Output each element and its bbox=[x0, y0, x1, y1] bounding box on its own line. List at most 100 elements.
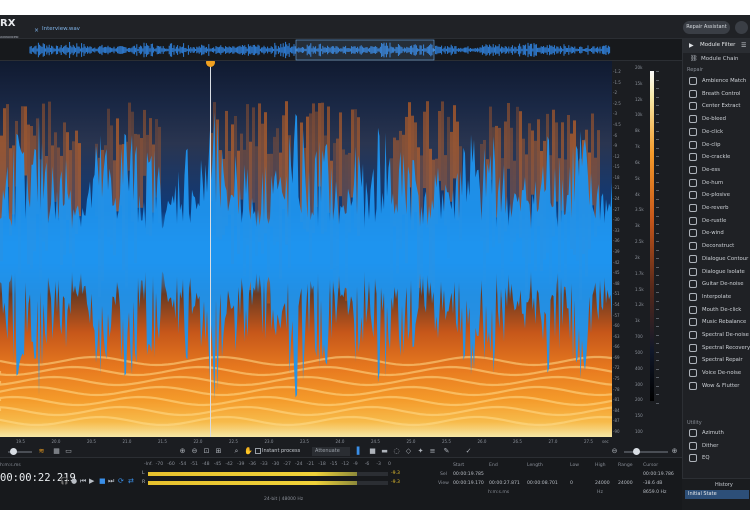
module-music-rebalance[interactable]: Music Rebalance bbox=[683, 316, 750, 329]
tab-interview-wav[interactable]: Interview.wav bbox=[36, 22, 86, 36]
freq-unit-label[interactable]: Hz bbox=[597, 490, 603, 495]
playhead-cursor[interactable] bbox=[210, 61, 211, 437]
module-deconstruct[interactable]: Deconstruct bbox=[683, 240, 750, 253]
time-tick-label: 21.5 bbox=[158, 439, 167, 444]
module-center-extract[interactable]: Center Extract bbox=[683, 100, 750, 113]
magnify-icon[interactable]: ⌕ bbox=[232, 447, 241, 456]
waveform-overview[interactable] bbox=[0, 39, 682, 61]
module-de-hum[interactable]: De-hum bbox=[683, 177, 750, 190]
module-azimuth[interactable]: Azimuth bbox=[683, 427, 750, 440]
mouth-de-click-icon bbox=[689, 305, 697, 314]
horizontal-zoom-track[interactable] bbox=[624, 451, 668, 453]
headphones-icon[interactable]: 🎧 bbox=[60, 477, 69, 485]
module-de-rustle[interactable]: De-rustle bbox=[683, 215, 750, 228]
lasso-icon[interactable]: ◌ bbox=[392, 447, 401, 456]
module-dialogue-contour[interactable]: Dialogue Contour bbox=[683, 253, 750, 266]
module-de-clip[interactable]: De-clip bbox=[683, 139, 750, 152]
stop-icon[interactable]: ■ bbox=[99, 477, 106, 485]
module-spectral-recovery[interactable]: Spectral Recovery bbox=[683, 342, 750, 355]
account-icon[interactable] bbox=[735, 21, 748, 34]
skip-forward-icon[interactable]: ⏭ bbox=[108, 477, 114, 486]
module-dither[interactable]: Dither bbox=[683, 440, 750, 453]
module-dialogue-isolate[interactable]: Dialogue Isolate bbox=[683, 266, 750, 279]
view-high-field[interactable]: 24000 bbox=[595, 481, 610, 486]
module-ambience-match[interactable]: Ambience Match bbox=[683, 75, 750, 88]
module-breath-control[interactable]: Breath Control bbox=[683, 88, 750, 101]
module-spectral-repair[interactable]: Spectral Repair bbox=[683, 354, 750, 367]
hand-icon[interactable]: ✋ bbox=[244, 447, 253, 456]
cursor-hz: 8659.0 Hz bbox=[643, 490, 667, 495]
spectrogram-color-scale[interactable] bbox=[650, 71, 654, 401]
horizontal-zoom-out-icon[interactable]: ⊖ bbox=[610, 447, 619, 456]
module-interpolate[interactable]: Interpolate bbox=[683, 291, 750, 304]
ruler-tick-label: 5k bbox=[635, 175, 640, 181]
time-selection-icon[interactable]: ▌ bbox=[355, 447, 364, 456]
module-chain-button[interactable]: ⛓ Module Chain bbox=[683, 54, 750, 65]
spectrogram-display[interactable] bbox=[0, 61, 612, 437]
ruler-tick-label: 1.7k bbox=[635, 270, 644, 276]
collapse-arrow-icon[interactable]: ▶ bbox=[689, 42, 694, 49]
zoom-selection-icon[interactable]: ⊡ bbox=[202, 447, 211, 456]
find-similar-icon[interactable]: ✓ bbox=[464, 447, 473, 456]
magic-wand-icon[interactable]: ✦ bbox=[416, 447, 425, 456]
instant-process-checkbox[interactable] bbox=[255, 448, 261, 454]
module-mouth-de-click[interactable]: Mouth De-click bbox=[683, 304, 750, 317]
time-unit-label[interactable]: h:m:s.ms bbox=[488, 490, 509, 495]
ruler-tick-label: -54 bbox=[613, 301, 620, 307]
ruler-tick-label: 6k bbox=[635, 159, 640, 165]
view-low-field[interactable]: 0 bbox=[570, 481, 573, 486]
harmonic-band bbox=[0, 365, 612, 377]
fit-icon[interactable]: ▭ bbox=[64, 447, 73, 456]
horizontal-zoom-handle[interactable] bbox=[633, 448, 640, 455]
module-wow-flutter[interactable]: Wow & Flutter bbox=[683, 380, 750, 393]
module-de-ess[interactable]: De-ess bbox=[683, 164, 750, 177]
module-filter-bar[interactable]: ▶ Module Filter ☰ bbox=[683, 39, 750, 53]
cursor-time: 00:00:19.786 bbox=[643, 472, 674, 477]
zoom-out-icon[interactable]: ⊖ bbox=[190, 447, 199, 456]
zoom-in-icon[interactable]: ⊕ bbox=[178, 447, 187, 456]
scale-tick-mark bbox=[656, 147, 659, 149]
frequency-selection-icon[interactable]: ▬ bbox=[380, 447, 389, 456]
module-voice-de-noise[interactable]: Voice De-noise bbox=[683, 367, 750, 380]
module-de-click[interactable]: De-click bbox=[683, 126, 750, 139]
zoom-fit-icon[interactable]: ⊞ bbox=[214, 447, 223, 456]
sel-start-field[interactable]: 00:00:19.785 bbox=[453, 472, 484, 477]
timecode-unit[interactable]: h:m:s.ms bbox=[0, 463, 21, 468]
module-filter-label[interactable]: Module Filter bbox=[700, 42, 735, 48]
overview-view-window[interactable] bbox=[295, 39, 435, 61]
brush-icon[interactable]: ◇ bbox=[404, 447, 413, 456]
view-start-field[interactable]: 00:00:19.170 bbox=[453, 481, 484, 486]
spectral-energy bbox=[48, 101, 51, 221]
list-view-icon[interactable]: ☰ bbox=[741, 42, 746, 49]
play-icon[interactable]: ▶ bbox=[89, 477, 94, 485]
module-de-crackle[interactable]: De-crackle bbox=[683, 151, 750, 164]
view-end-field[interactable]: 00:00:27.871 bbox=[489, 481, 520, 486]
vertical-zoom-handle[interactable] bbox=[10, 448, 17, 455]
meter-scale-label: -48 bbox=[202, 462, 210, 467]
view-length-field[interactable]: 00:00:08.701 bbox=[527, 481, 558, 486]
spectrogram-mode-icon[interactable]: ≋ bbox=[37, 447, 46, 456]
skip-back-icon[interactable]: ⏮ bbox=[80, 477, 86, 486]
module-de-wind[interactable]: De-wind bbox=[683, 227, 750, 240]
play-selection-icon[interactable]: ⇄ bbox=[128, 477, 134, 485]
module-de-plosive[interactable]: De-plosive bbox=[683, 189, 750, 202]
grid-icon[interactable]: ▦ bbox=[52, 447, 61, 456]
ruler-tick-label: -24 bbox=[613, 196, 620, 202]
pencil-icon[interactable]: ✎ bbox=[442, 447, 451, 456]
module-label: Dither bbox=[702, 442, 719, 449]
history-item[interactable]: Initial State bbox=[685, 490, 749, 499]
module-de-reverb[interactable]: De-reverb bbox=[683, 202, 750, 215]
instant-process-mode-select[interactable]: Attenuate bbox=[312, 447, 350, 456]
view-range-field[interactable]: 24000 bbox=[618, 481, 633, 486]
module-spectral-de-noise[interactable]: Spectral De-noise bbox=[683, 329, 750, 342]
horizontal-zoom-in-icon[interactable]: ⊕ bbox=[670, 447, 679, 456]
loop-icon[interactable]: ⟳ bbox=[118, 477, 124, 485]
harmonic-selection-icon[interactable]: ≡ bbox=[428, 447, 437, 456]
repair-assistant-button[interactable]: Repair Assistant bbox=[683, 21, 730, 34]
record-icon[interactable]: ● bbox=[71, 477, 77, 485]
module-eq[interactable]: EQ bbox=[683, 452, 750, 465]
time-frequency-selection-icon[interactable]: ■ bbox=[368, 447, 377, 456]
module-guitar-de-noise[interactable]: Guitar De-noise bbox=[683, 278, 750, 291]
meter-scale-label: -60 bbox=[167, 462, 175, 467]
module-de-bleed[interactable]: De-bleed bbox=[683, 113, 750, 126]
